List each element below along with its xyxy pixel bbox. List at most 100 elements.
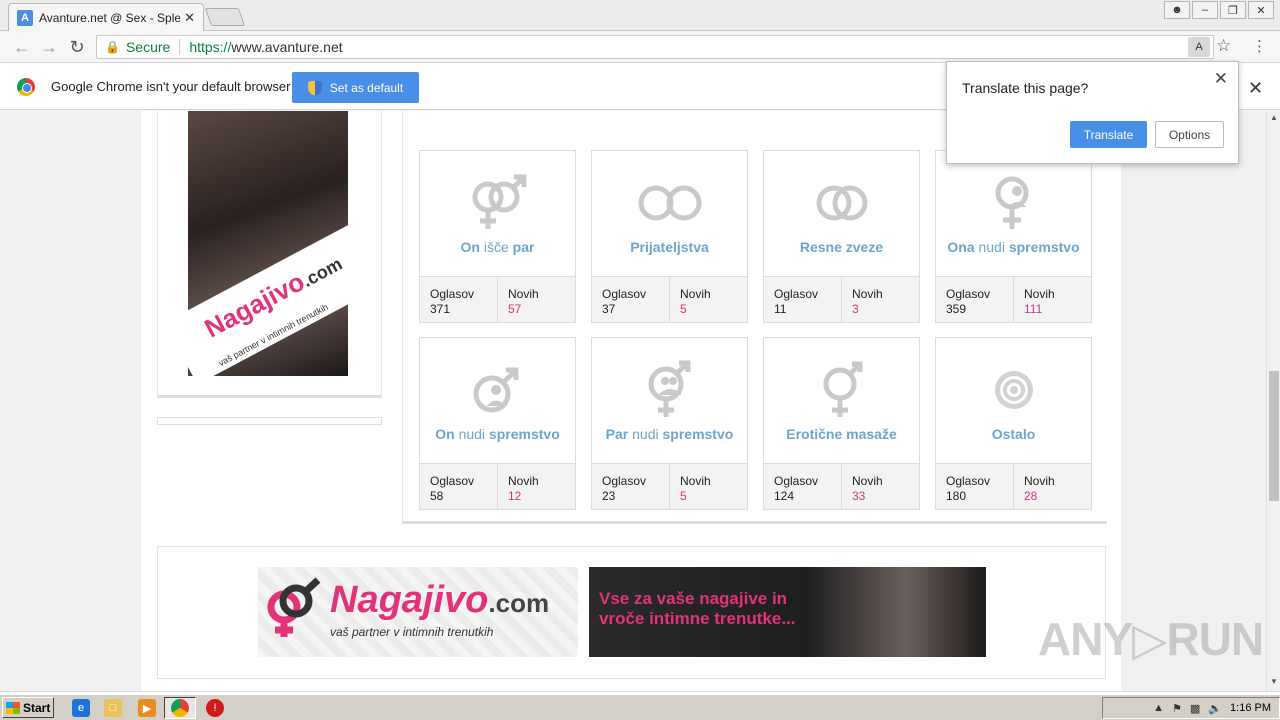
oglasov-count: 11 [774, 302, 787, 316]
left-sidebar-box-2 [157, 417, 382, 425]
category-card-resne-zveze[interactable]: Resne zveze Oglasov 11 Novih 3 [763, 150, 920, 323]
oglasov-label: Oglasov [946, 474, 991, 488]
scrollbar-thumb[interactable] [1269, 371, 1279, 501]
oglasov-label: Oglasov [774, 287, 819, 301]
forward-arrow-icon[interactable]: → [39, 37, 59, 57]
novih-stat: Novih 33 [841, 464, 919, 509]
oglasov-label: Oglasov [430, 287, 475, 301]
bookmark-star-icon[interactable]: ☆ [1216, 36, 1231, 56]
category-card-par-nudi-spremstvo[interactable]: Par nudi spremstvo Oglasov 23 Novih 5 [591, 337, 748, 510]
title-part-c: spremstvo [658, 426, 734, 442]
oglasov-label: Oglasov [774, 474, 819, 488]
banner-brand-name: Nagajivo [330, 579, 489, 621]
scroll-up-icon[interactable]: ▲ [1270, 113, 1278, 122]
title-part-a: Ona [947, 239, 979, 255]
couple-escort-icon [648, 360, 690, 417]
options-button[interactable]: Options [1155, 121, 1224, 148]
browser-tab[interactable]: A Avanture.net @ Sex - Splet ✕ [8, 3, 204, 31]
reload-icon[interactable]: ↻ [67, 37, 87, 57]
restore-icon[interactable]: ❐ [1220, 1, 1246, 19]
back-arrow-icon[interactable]: ← [12, 37, 32, 57]
novih-stat: Novih 57 [497, 277, 575, 322]
category-card-on-nudi-spremstvo[interactable]: On nudi spremstvo Oglasov 58 Novih 12 [419, 337, 576, 510]
browser-toolbar: ← → ↻ 🔒 Secure https://www.avanture.net … [0, 31, 1280, 63]
title-part-a: Prijateljstva [630, 239, 709, 255]
left-ad-banner[interactable]: Nagajivo.com vaš partner v intimnih tren… [188, 111, 348, 376]
network-icon[interactable]: ▩ [1190, 702, 1200, 715]
screen: A Avanture.net @ Sex - Splet ✕ ☻ – ❐ ✕ ←… [0, 0, 1280, 720]
card-stats: Oglasov 37 Novih 5 [592, 276, 747, 322]
address-bar[interactable]: 🔒 Secure https://www.avanture.net A [96, 35, 1214, 59]
category-title: On nudi spremstvo [420, 426, 575, 442]
new-tab-button[interactable] [204, 8, 246, 26]
vertical-scrollbar[interactable]: ▲ ▼ [1266, 111, 1280, 691]
title-part-a: Erotične masaže [786, 426, 897, 442]
title-part-b: išče [483, 239, 509, 255]
oglasov-stat: Oglasov 37 [592, 277, 669, 322]
title-part-a: Par [605, 426, 633, 442]
promo-banner[interactable]: Vse za vaše nagajive in vroče intimne tr… [589, 567, 986, 657]
oglasov-stat: Oglasov 359 [936, 277, 1013, 322]
oglasov-label: Oglasov [430, 474, 475, 488]
internet-explorer-icon[interactable]: e [72, 699, 90, 717]
category-title: Resne zveze [764, 239, 919, 255]
minimize-icon[interactable]: – [1192, 1, 1218, 19]
category-card-ona-nudi-spremstvo[interactable]: Ona nudi spremstvo Oglasov 359 Novih 111 [935, 150, 1092, 323]
volume-icon[interactable]: 🔈 [1208, 702, 1222, 715]
oglasov-label: Oglasov [602, 474, 647, 488]
translate-close-icon[interactable]: ✕ [1214, 69, 1228, 89]
left-sidebar-box: Nagajivo.com vaš partner v intimnih tren… [157, 111, 382, 398]
category-panel: 184 21 59 8 73 12 [402, 111, 1107, 524]
card-top: Resne zveze [764, 151, 919, 276]
start-button[interactable]: Start [2, 697, 54, 718]
gender-pair-icon [472, 174, 526, 229]
title-part-b: nudi [978, 239, 1005, 255]
clock-time[interactable]: 1:16 PM [1230, 702, 1271, 714]
novih-stat: Novih 5 [669, 464, 747, 509]
oglasov-label: Oglasov [602, 287, 647, 301]
novih-stat: Novih 28 [1013, 464, 1091, 509]
infobar-close-icon[interactable]: ✕ [1248, 78, 1263, 99]
translate-icon[interactable]: A [1188, 37, 1210, 57]
tab-title: Avanture.net @ Sex - Splet [39, 10, 181, 25]
file-explorer-icon[interactable]: □ [104, 699, 122, 717]
novih-stat: Novih 12 [497, 464, 575, 509]
banner-brand: Nagajivo.com [330, 579, 549, 622]
oglasov-count: 180 [946, 489, 967, 503]
two-rings-icon [638, 185, 701, 221]
novih-count: 12 [508, 489, 522, 503]
promo-text: Vse za vaše nagajive in vroče intimne tr… [599, 589, 796, 628]
category-card-on-isce-par[interactable]: On išče par Oglasov 371 Novih 57 [419, 150, 576, 323]
oglasov-stat: Oglasov 11 [764, 277, 841, 322]
media-player-icon[interactable]: ▶ [138, 699, 156, 717]
url-text: https://www.avanture.net [189, 39, 342, 55]
category-card-eroticne-masaze[interactable]: Erotične masaže Oglasov 124 Novih 33 [763, 337, 920, 510]
novih-label: Novih [680, 474, 711, 488]
translate-button[interactable]: Translate [1070, 121, 1147, 148]
category-title: Ostalo [936, 426, 1091, 442]
start-label: Start [23, 700, 51, 715]
window-close-icon[interactable]: ✕ [1248, 1, 1274, 19]
category-card-ostalo[interactable]: Ostalo Oglasov 180 Novih 28 [935, 337, 1092, 510]
browser-titlebar: A Avanture.net @ Sex - Splet ✕ ☻ – ❐ ✕ [0, 0, 1280, 31]
stop-icon[interactable]: ! [206, 699, 224, 717]
action-center-flag-icon[interactable]: ⚑ [1172, 702, 1182, 715]
chrome-menu-icon[interactable]: ⋮ [1252, 37, 1267, 55]
category-title: On išče par [420, 239, 575, 255]
lock-icon: 🔒 [105, 40, 120, 54]
novih-stat: Novih 111 [1013, 277, 1091, 322]
chrome-logo-icon [17, 78, 35, 96]
oglasov-stat: Oglasov 180 [936, 464, 1013, 509]
tab-close-icon[interactable]: ✕ [184, 10, 195, 26]
oglasov-stat: Oglasov 371 [420, 277, 497, 322]
novih-count: 5 [680, 302, 687, 316]
nagajivo-banner[interactable]: Nagajivo.com vaš partner v intimnih tren… [258, 567, 578, 657]
windows-logo-icon [6, 701, 20, 714]
translate-question: Translate this page? [962, 80, 1089, 96]
category-card-prijateljstva[interactable]: Prijateljstva Oglasov 37 Novih 5 [591, 150, 748, 323]
set-as-default-button[interactable]: Set as default [292, 72, 419, 103]
tray-expand-icon[interactable]: ▲ [1153, 702, 1164, 714]
card-stats: Oglasov 58 Novih 12 [420, 463, 575, 509]
user-profile-icon[interactable]: ☻ [1164, 1, 1190, 19]
scroll-down-icon[interactable]: ▼ [1270, 677, 1278, 686]
